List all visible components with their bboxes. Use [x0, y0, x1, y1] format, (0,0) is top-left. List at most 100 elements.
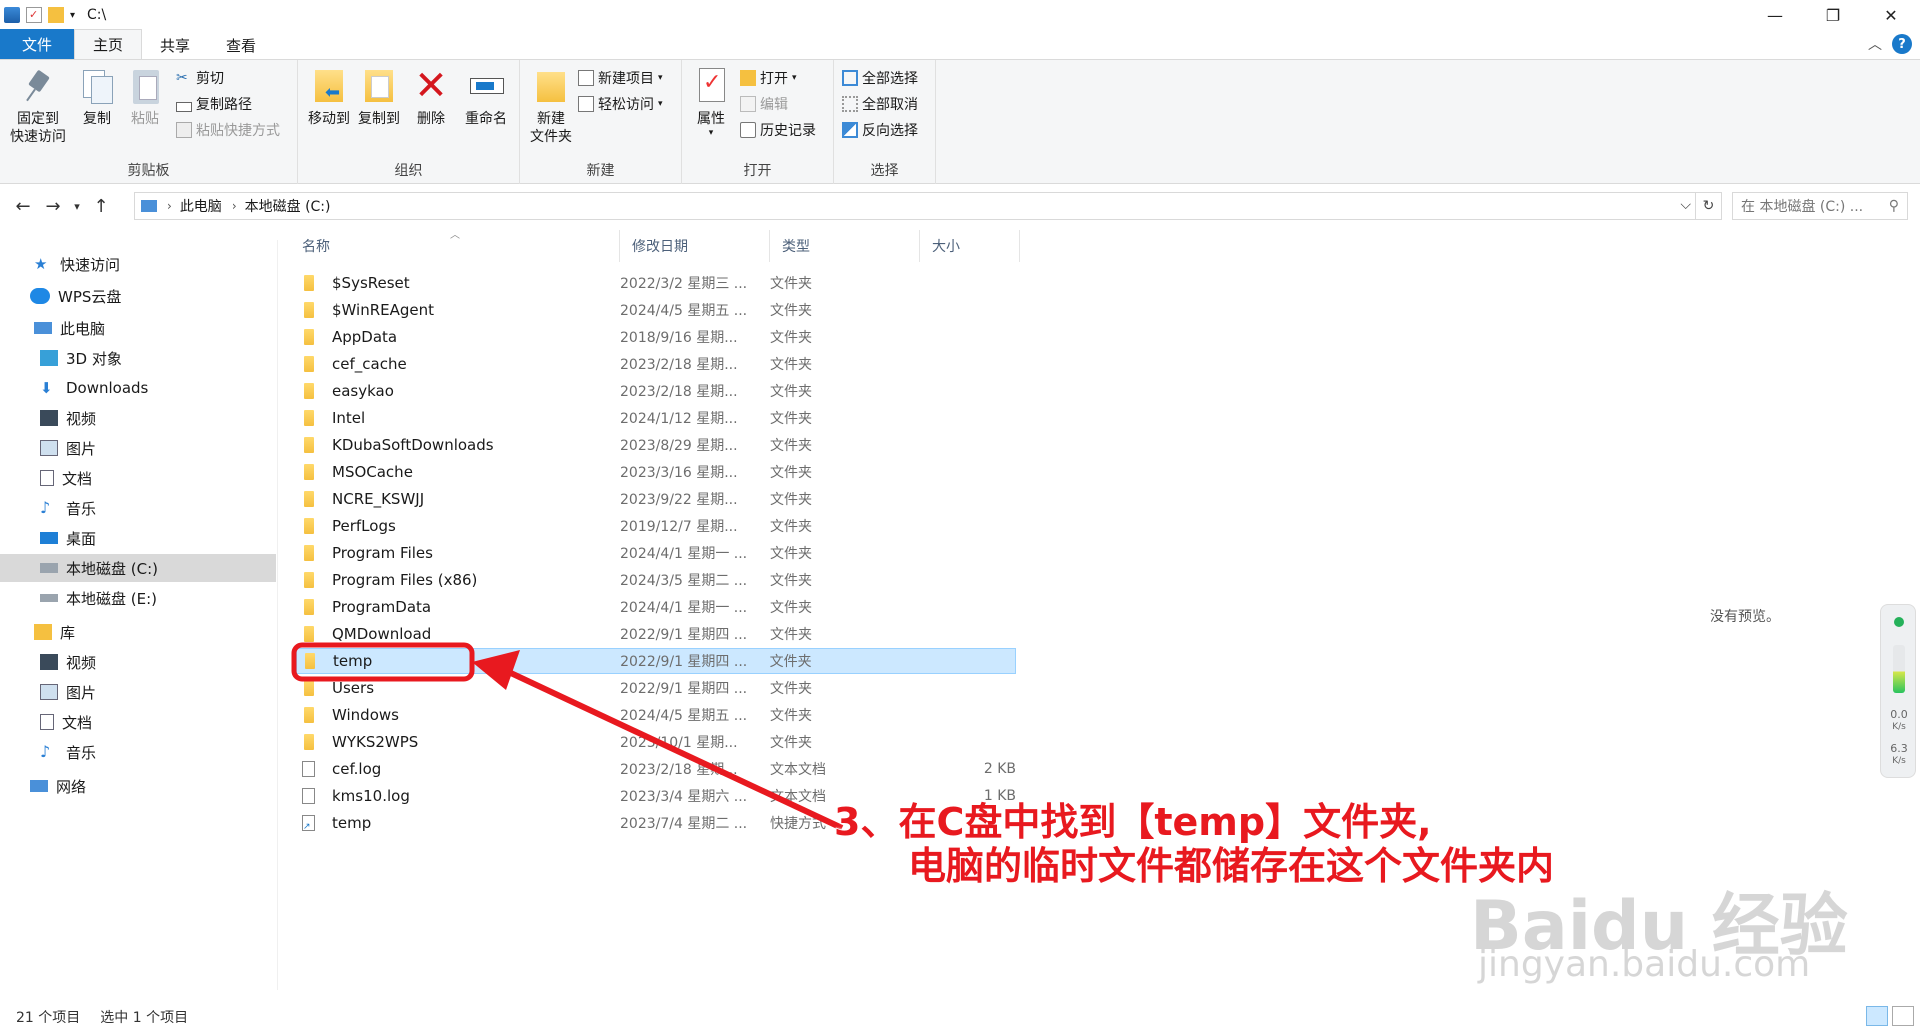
nav-item-3d-objects[interactable]: 3D 对象: [0, 344, 276, 372]
invert-selection-button[interactable]: 反向选择: [842, 120, 918, 140]
drive-icon: [40, 594, 58, 602]
copy-path-button[interactable]: 复制路径: [176, 94, 252, 114]
column-header-name[interactable]: 名称 ︿: [290, 230, 620, 262]
clipboard-group: 固定到 快速访问 复制 粘贴 ✂ 剪切 复制路径 粘贴快捷方式 剪贴板: [0, 60, 298, 184]
file-row[interactable]: Windows 2024/4/5 星期五 ... 文件夹: [296, 702, 1016, 728]
paste-shortcut-button[interactable]: 粘贴快捷方式: [176, 120, 280, 140]
rename-button[interactable]: 重命名: [458, 66, 514, 128]
history-icon: [740, 122, 756, 138]
nav-item-c-drive[interactable]: 本地磁盘 (C:): [0, 554, 276, 582]
file-row[interactable]: cef_cache 2023/2/18 星期... 文件夹: [296, 351, 1016, 377]
column-header-date[interactable]: 修改日期: [620, 230, 770, 262]
recent-locations-chevron-icon[interactable]: ▾: [68, 191, 86, 221]
select-none-button[interactable]: 全部取消: [842, 94, 918, 114]
nav-item-lib-music[interactable]: ♪ 音乐: [0, 738, 276, 766]
edit-button[interactable]: 编辑: [740, 94, 788, 114]
history-button[interactable]: 历史记录: [740, 120, 816, 140]
file-row[interactable]: $WinREAgent 2024/4/5 星期五 ... 文件夹: [296, 297, 1016, 323]
easy-access-icon: [578, 96, 594, 112]
copy-to-button[interactable]: 复制到: [354, 66, 404, 128]
properties-quick-icon[interactable]: ✓: [26, 7, 42, 23]
cut-button[interactable]: ✂ 剪切: [176, 68, 224, 88]
nav-item-pictures[interactable]: 图片: [0, 434, 276, 462]
file-row[interactable]: KDubaSoftDownloads 2023/8/29 星期... 文件夹: [296, 432, 1016, 458]
help-button[interactable]: ?: [1892, 34, 1912, 54]
refresh-icon[interactable]: ↻: [1696, 192, 1722, 220]
nav-item-documents[interactable]: 文档: [0, 464, 276, 492]
collapse-ribbon-chevron-icon[interactable]: ︿: [1868, 34, 1882, 54]
tab-file[interactable]: 文件: [0, 29, 75, 59]
file-row[interactable]: Program Files (x86) 2024/3/5 星期二 ... 文件夹: [296, 567, 1016, 593]
address-dropdown-icon[interactable]: ⌵: [1680, 197, 1691, 213]
file-row[interactable]: ProgramData 2024/4/1 星期一 ... 文件夹: [296, 594, 1016, 620]
file-row[interactable]: QMDownload 2022/9/1 星期四 ... 文件夹: [296, 621, 1016, 647]
details-view-icon[interactable]: [1866, 1006, 1888, 1026]
move-to-button[interactable]: ⬅ 移动到: [304, 66, 354, 128]
nav-item-quick-access[interactable]: ★ 快速访问: [0, 250, 276, 278]
file-list-header: 名称 ︿ 修改日期 类型 大小: [290, 230, 1020, 262]
breadcrumb-c-drive[interactable]: 本地磁盘 (C:): [245, 196, 331, 216]
minimize-button[interactable]: —: [1746, 0, 1804, 30]
close-button[interactable]: ✕: [1862, 0, 1920, 30]
item-count: 21 个项目: [16, 1009, 81, 1026]
file-row[interactable]: PerfLogs 2019/12/7 星期... 文件夹: [296, 513, 1016, 539]
select-all-button[interactable]: 全部选择: [842, 68, 918, 88]
file-row[interactable]: WYKS2WPS 2023/10/1 星期... 文件夹: [296, 729, 1016, 755]
column-header-type[interactable]: 类型: [770, 230, 920, 262]
easy-access-button[interactable]: 轻松访问 ▾: [578, 94, 663, 114]
file-row[interactable]: Intel 2024/1/12 星期... 文件夹: [296, 405, 1016, 431]
large-icons-view-icon[interactable]: [1892, 1006, 1914, 1026]
nav-item-music[interactable]: ♪ 音乐: [0, 494, 276, 522]
delete-button[interactable]: ✕ 删除: [408, 66, 454, 128]
network-speed-widget[interactable]: 0.0 K/s 6.3 K/s: [1880, 604, 1916, 778]
tab-home[interactable]: 主页: [74, 29, 143, 59]
file-row[interactable]: NCRE_KSWJJ 2023/9/22 星期... 文件夹: [296, 486, 1016, 512]
nav-item-lib-documents[interactable]: 文档: [0, 708, 276, 736]
new-item-button[interactable]: 新建项目 ▾: [578, 68, 663, 88]
file-date: 2024/1/12 星期...: [620, 411, 738, 427]
tab-share[interactable]: 共享: [142, 31, 208, 59]
file-name: $SysReset: [332, 274, 410, 292]
forward-arrow-icon[interactable]: →: [38, 191, 68, 221]
file-name: cef.log: [332, 760, 382, 778]
back-arrow-icon[interactable]: ←: [8, 191, 38, 221]
file-row[interactable]: easykao 2023/2/18 星期... 文件夹: [296, 378, 1016, 404]
nav-item-wps-cloud[interactable]: WPS云盘: [0, 282, 276, 310]
file-row[interactable]: Program Files 2024/4/1 星期一 ... 文件夹: [296, 540, 1016, 566]
column-header-size[interactable]: 大小: [920, 230, 1020, 262]
customize-toolbar-chevron-icon[interactable]: ▾: [70, 10, 75, 21]
file-row[interactable]: temp 2022/9/1 星期四 ... 文件夹: [296, 648, 1016, 674]
pin-to-quick-access-button[interactable]: 固定到 快速访问: [6, 66, 70, 146]
maximize-button[interactable]: ❐: [1804, 0, 1862, 30]
breadcrumb-this-pc[interactable]: 此电脑: [180, 196, 222, 216]
nav-item-this-pc[interactable]: 此电脑: [0, 314, 276, 342]
nav-item-network[interactable]: 网络: [0, 772, 276, 800]
properties-button[interactable]: ✓ 属性 ▾: [688, 66, 734, 138]
file-row[interactable]: AppData 2018/9/16 星期... 文件夹: [296, 324, 1016, 350]
new-group: 新建 文件夹 新建项目 ▾ 轻松访问 ▾ 新建: [520, 60, 682, 184]
new-folder-quick-icon[interactable]: [48, 7, 64, 23]
file-row[interactable]: Users 2022/9/1 星期四 ... 文件夹: [296, 675, 1016, 701]
search-input[interactable]: 在 本地磁盘 (C:) ... ⚲: [1732, 192, 1908, 220]
up-arrow-icon[interactable]: ↑: [86, 191, 116, 221]
address-bar[interactable]: › 此电脑 › 本地磁盘 (C:) ⌵: [134, 192, 1696, 220]
video-icon: [40, 654, 58, 670]
paste-button[interactable]: 粘贴: [122, 66, 168, 128]
file-date: 2024/3/5 星期二 ...: [620, 573, 748, 589]
new-folder-button[interactable]: 新建 文件夹: [526, 66, 576, 146]
file-row[interactable]: $SysReset 2022/3/2 星期三 ... 文件夹: [296, 270, 1016, 296]
nav-item-desktop[interactable]: 桌面: [0, 524, 276, 552]
folder-icon: [304, 464, 314, 480]
open-button[interactable]: 打开 ▾: [740, 68, 797, 88]
file-row[interactable]: MSOCache 2023/3/16 星期... 文件夹: [296, 459, 1016, 485]
nav-item-lib-videos[interactable]: 视频: [0, 648, 276, 676]
nav-item-lib-pictures[interactable]: 图片: [0, 678, 276, 706]
tab-view[interactable]: 查看: [208, 31, 274, 59]
nav-item-e-drive[interactable]: 本地磁盘 (E:): [0, 584, 276, 612]
file-row[interactable]: cef.log 2023/2/18 星期... 文本文档 2 KB: [296, 756, 1016, 782]
nav-item-downloads[interactable]: ⬇ Downloads: [0, 374, 276, 402]
nav-item-libraries[interactable]: 库: [0, 618, 276, 646]
edit-icon: [740, 96, 756, 112]
copy-button[interactable]: 复制: [74, 66, 120, 128]
nav-item-videos[interactable]: 视频: [0, 404, 276, 432]
